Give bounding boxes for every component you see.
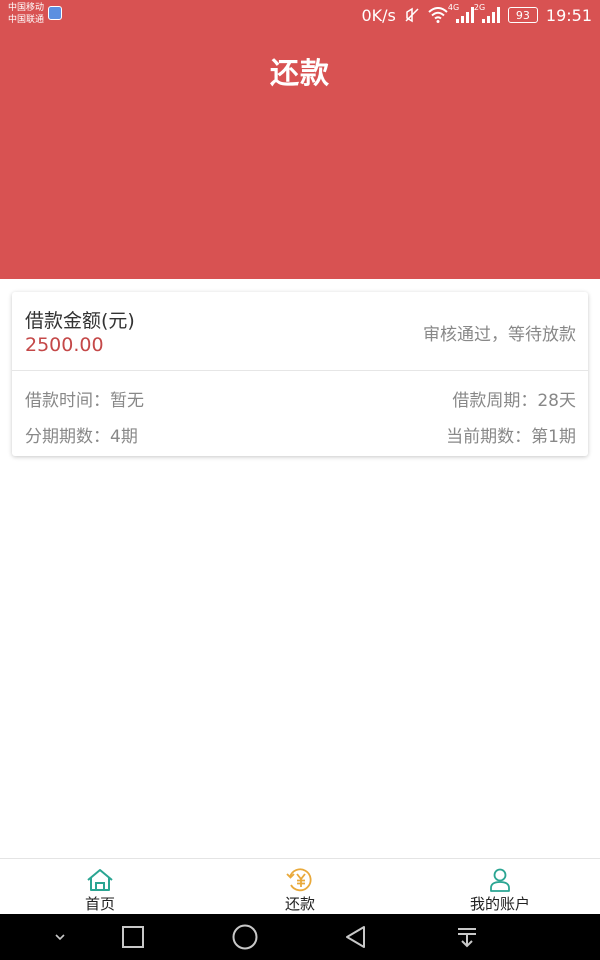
wifi-icon xyxy=(428,7,448,23)
tab-my-account[interactable]: 我的账户 xyxy=(400,859,600,915)
home-nav-button[interactable] xyxy=(222,914,268,960)
installment-count: 分期期数：4期 xyxy=(25,427,138,447)
signal-2g-label: 2G xyxy=(473,3,486,12)
circle-icon xyxy=(232,924,258,950)
back-nav-button[interactable] xyxy=(334,914,378,960)
tab-repay[interactable]: 还款 xyxy=(200,859,400,915)
pull-down-icon xyxy=(458,928,476,948)
tab-my-account-label: 我的账户 xyxy=(469,895,530,913)
current-period: 当前期数：第1期 xyxy=(446,427,576,447)
battery-level: 93 xyxy=(515,8,530,22)
page-header: 还款 xyxy=(0,30,600,279)
tab-home-label: 首页 xyxy=(84,895,115,913)
battery-icon: 93 xyxy=(507,7,538,23)
repay-yen-icon xyxy=(286,868,312,892)
status-bar: 中国移动 中国联通 0K/s 4G 2G 93 19:51 xyxy=(0,0,600,30)
bottom-tab-bar: 首页 还款 我的账户 xyxy=(0,858,600,914)
security-shield-icon xyxy=(48,6,62,20)
square-icon xyxy=(122,926,144,948)
back-triangle-icon xyxy=(346,926,365,948)
loan-card-summary: 借款金额(元) 2500.00 审核通过，等待放款 xyxy=(12,292,588,371)
mute-icon xyxy=(405,7,419,23)
signal-4g-icon: 4G xyxy=(448,3,474,23)
carrier-1: 中国移动 xyxy=(8,3,45,13)
home-icon xyxy=(87,869,113,891)
tab-repay-label: 还款 xyxy=(284,895,315,913)
loan-time: 借款时间：暂无 xyxy=(25,391,144,411)
loan-status: 审核通过，等待放款 xyxy=(423,325,576,345)
network-speed: 0K/s xyxy=(361,5,396,25)
hide-nav-button[interactable] xyxy=(40,914,80,960)
page-title: 还款 xyxy=(269,56,330,90)
signal-2g-icon: 2G xyxy=(474,3,500,23)
chevron-down-icon xyxy=(55,934,65,941)
notification-pull-button[interactable] xyxy=(446,914,488,960)
user-icon xyxy=(490,868,510,892)
carrier-2: 中国联通 xyxy=(8,15,45,25)
loan-amount-value: 2500.00 xyxy=(25,334,104,356)
status-indicators: 0K/s 4G 2G 93 19:51 xyxy=(361,3,592,26)
loan-period: 借款周期：28天 xyxy=(452,391,576,411)
system-nav-bar xyxy=(0,914,600,960)
loan-amount-label: 借款金额(元) xyxy=(25,310,135,332)
clock: 19:51 xyxy=(545,5,592,25)
loan-card[interactable]: 借款金额(元) 2500.00 审核通过，等待放款 借款时间：暂无 借款周期：2… xyxy=(12,292,588,456)
tab-home[interactable]: 首页 xyxy=(0,859,200,915)
carrier-info: 中国移动 中国联通 xyxy=(8,2,44,26)
signal-4g-label: 4G xyxy=(447,3,460,12)
recent-apps-button[interactable] xyxy=(112,914,154,960)
